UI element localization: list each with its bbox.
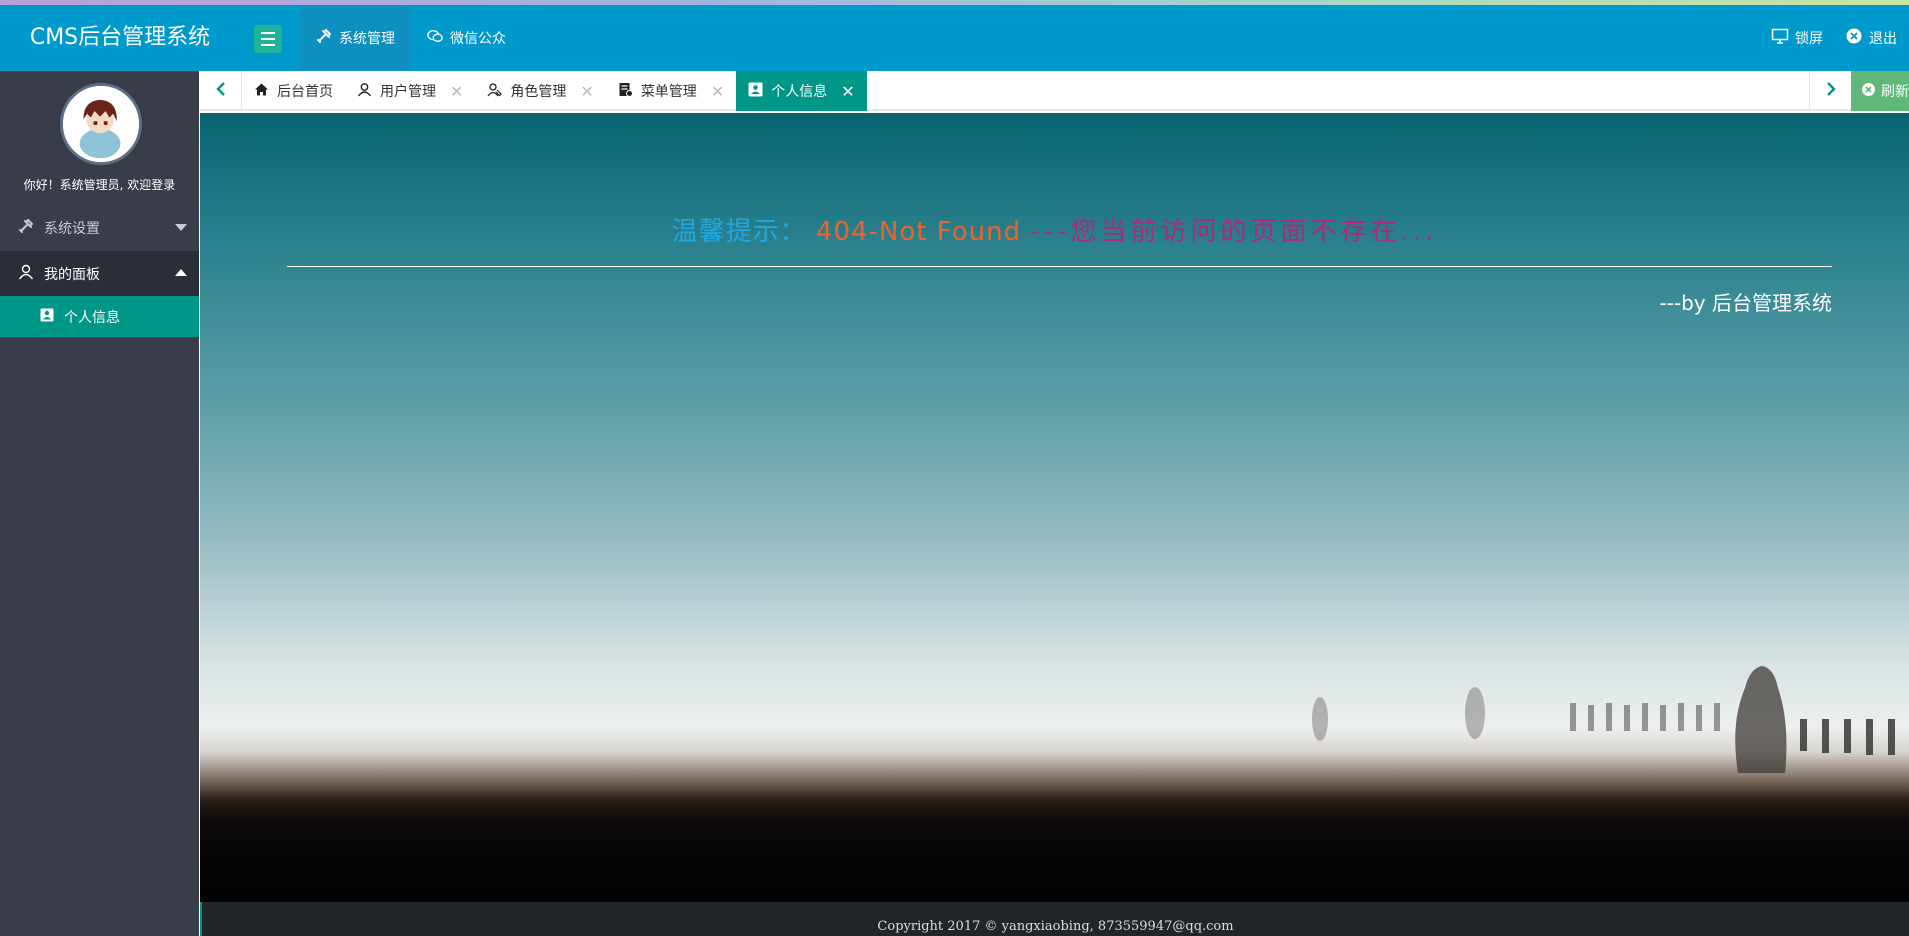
- close-icon[interactable]: ✕: [580, 82, 593, 101]
- wechat-icon: [427, 28, 443, 48]
- topnav-label: 系统管理: [339, 31, 395, 47]
- tab-personal-info[interactable]: 个人信息 ✕: [736, 71, 867, 111]
- id-card-icon: [40, 308, 54, 326]
- refresh-label: 刷新: [1881, 84, 1909, 100]
- role-icon: [487, 82, 503, 101]
- footer: Copyright 2017 © yangxiaobing, 873559947…: [200, 902, 1909, 936]
- refresh-button[interactable]: 刷新: [1851, 71, 1909, 111]
- error-code: 404-Not Found: [815, 217, 1022, 247]
- chevron-right-icon: [1823, 81, 1839, 101]
- chevron-left-icon: [213, 81, 229, 101]
- id-card-icon: [748, 82, 763, 101]
- sidebar-group-system-settings[interactable]: 系统设置: [0, 205, 199, 250]
- sidebar: 你好！系统管理员, 欢迎登录 系统设置 我的面板 个人信息: [0, 71, 199, 936]
- signature-text: ---by 后台管理系统: [1659, 291, 1832, 315]
- chevron-down-icon: [175, 224, 187, 231]
- home-icon: [254, 82, 269, 101]
- tab-label: 用户管理: [380, 84, 436, 100]
- sidebar-group-my-panel[interactable]: 我的面板: [0, 251, 199, 296]
- top-nav: 系统管理 微信公众: [300, 5, 522, 71]
- topnav-wechat[interactable]: 微信公众: [411, 5, 522, 71]
- tools-icon: [18, 218, 34, 238]
- tab-scroll-left-button[interactable]: [200, 71, 242, 111]
- logout-button[interactable]: 退出: [1845, 27, 1897, 49]
- topnav-label: 微信公众: [450, 31, 506, 47]
- tab-scroll-right-button[interactable]: [1809, 71, 1851, 111]
- menu-doc-icon: [618, 82, 633, 101]
- tab-label: 个人信息: [771, 84, 828, 100]
- top-right-actions: 锁屏 退出: [1771, 5, 1897, 71]
- notice-tip: 温馨提示：: [671, 217, 807, 247]
- topnav-system-management[interactable]: 系统管理: [300, 5, 411, 71]
- user-icon: [18, 264, 34, 284]
- close-icon[interactable]: ✕: [450, 82, 463, 101]
- divider: [287, 266, 1832, 267]
- close-icon[interactable]: ✕: [711, 82, 724, 101]
- close-icon[interactable]: ✕: [841, 82, 854, 101]
- tab-user-management[interactable]: 用户管理 ✕: [345, 71, 475, 111]
- sidebar-group-label: 我的面板: [44, 266, 100, 283]
- lock-label: 锁屏: [1795, 31, 1823, 47]
- welcome-text: 你好！系统管理员, 欢迎登录: [23, 178, 176, 192]
- tab-home[interactable]: 后台首页: [242, 71, 345, 111]
- main-content: 温馨提示： 404-Not Found ---您当前访问的页面不存在... --…: [200, 113, 1909, 902]
- sidebar-item-label: 个人信息: [64, 309, 120, 326]
- monitor-icon: [1771, 27, 1789, 49]
- sidebar-group-label: 系统设置: [44, 220, 100, 237]
- close-circle-icon: [1861, 82, 1876, 101]
- app-logo-title[interactable]: CMS后台管理系统: [0, 5, 240, 71]
- error-message: ---您当前访问的页面不存在...: [1030, 217, 1438, 247]
- lock-screen-button[interactable]: 锁屏: [1771, 27, 1823, 49]
- error-notice: 温馨提示： 404-Not Found ---您当前访问的页面不存在...: [200, 211, 1909, 248]
- logout-label: 退出: [1869, 31, 1897, 47]
- tab-label: 角色管理: [510, 84, 567, 100]
- tab-bar: 后台首页 用户管理 ✕ 角色管理 ✕ 菜单管理 ✕ 个人信息 ✕ 刷新: [200, 71, 1909, 111]
- tab-label: 后台首页: [277, 84, 333, 100]
- tabs: 后台首页 用户管理 ✕ 角色管理 ✕ 菜单管理 ✕ 个人信息 ✕: [242, 71, 867, 111]
- chevron-up-icon: [175, 269, 187, 276]
- user-icon: [357, 82, 372, 101]
- tools-icon: [316, 28, 332, 48]
- tab-role-management[interactable]: 角色管理 ✕: [475, 71, 605, 111]
- sidebar-item-personal-info[interactable]: 个人信息: [0, 296, 199, 337]
- top-header: CMS后台管理系统 系统管理 微信公众 锁屏 退出: [0, 5, 1909, 71]
- menu-toggle-button[interactable]: [254, 25, 282, 53]
- avatar[interactable]: [60, 83, 142, 165]
- tab-label: 菜单管理: [640, 84, 697, 100]
- copyright-text: Copyright 2017 © yangxiaobing, 873559947…: [877, 919, 1234, 934]
- close-circle-icon: [1845, 27, 1863, 49]
- tab-menu-management[interactable]: 菜单管理 ✕: [606, 71, 736, 111]
